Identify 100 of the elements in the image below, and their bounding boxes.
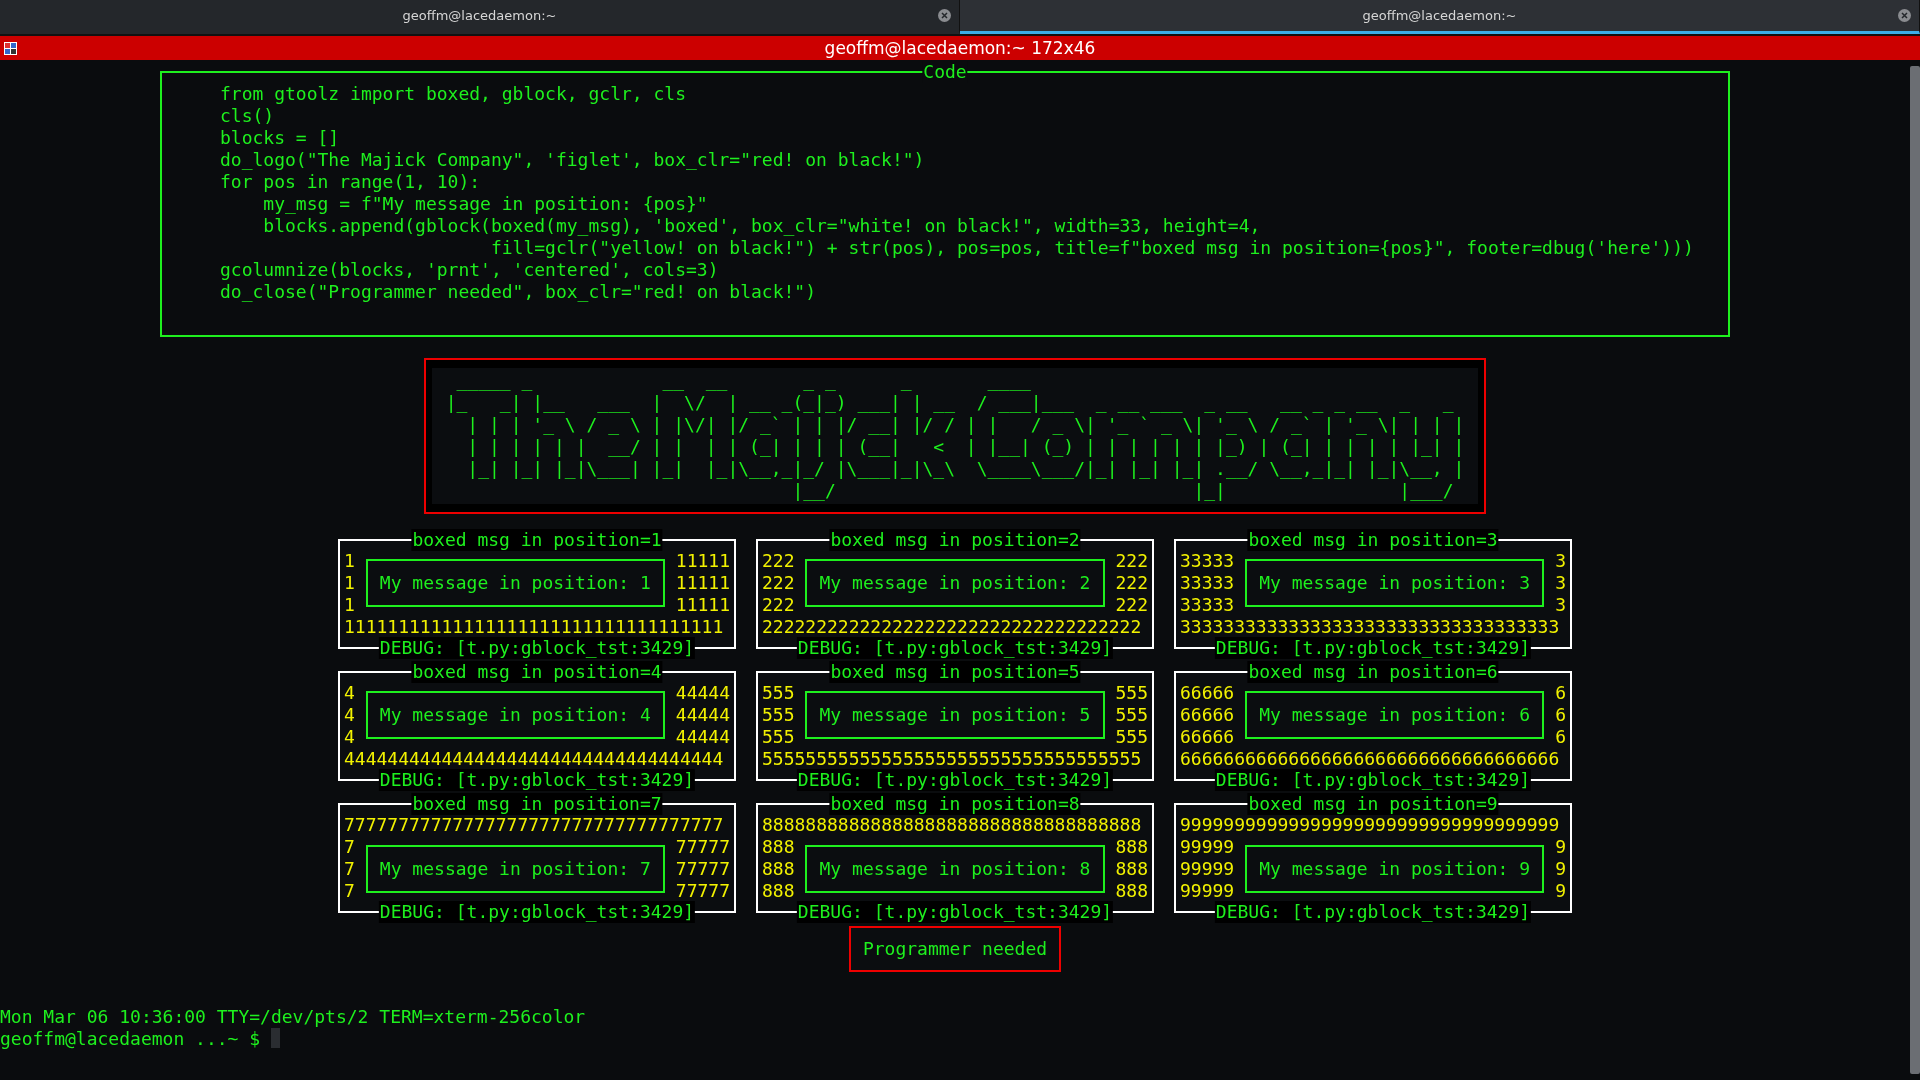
block-title: boxed msg in position=3 — [1247, 529, 1499, 551]
block-title: boxed msg in position=7 — [411, 793, 663, 815]
fill-digits: 77777777777777777777777777777777777 — [344, 814, 725, 836]
block-footer: DEBUG: [t.py:gblock_tst:3429] — [378, 901, 696, 923]
fill-digits: 4 — [344, 682, 355, 704]
fill-digits: 66666 — [1180, 726, 1235, 748]
fill-digits: 7 — [344, 880, 355, 902]
closing-message: Programmer needed — [848, 926, 1062, 972]
fill-digits: 888 — [1115, 858, 1148, 880]
fill-digits: 77777 — [675, 858, 730, 880]
fill-digits: 99999 — [1180, 858, 1235, 880]
close-icon[interactable] — [938, 9, 951, 22]
fill-digits: 44444444444444444444444444444444444 — [344, 748, 725, 770]
close-icon[interactable] — [1898, 9, 1911, 22]
scrollbar[interactable] — [1910, 66, 1920, 1074]
message-box: My message in position: 3 — [1245, 559, 1545, 607]
fill-digits: 888 — [762, 836, 795, 858]
block-footer: DEBUG: [t.py:gblock_tst:3429] — [796, 637, 1114, 659]
fill-digits: 55555555555555555555555555555555555 — [762, 748, 1143, 770]
fill-digits: 11111 — [675, 550, 730, 572]
fill-digits: 1 — [344, 594, 355, 616]
block-title: boxed msg in position=5 — [829, 661, 1081, 683]
fill-digits: 66666 — [1180, 682, 1235, 704]
fill-digits: 99999999999999999999999999999999999 — [1180, 814, 1561, 836]
code-line: my_msg = f"My message in position: {pos}" — [262, 193, 709, 215]
code-line: do_logo("The Majick Company", 'figlet', box_clr="red! on black!") — [220, 149, 926, 171]
fill-digits: 11111 — [675, 594, 730, 616]
message-box: My message in position: 5 — [805, 691, 1105, 739]
code-line: blocks = [] — [220, 127, 341, 149]
fill-digits: 222 — [762, 594, 795, 616]
fill-digits: 555 — [762, 726, 795, 748]
block-footer: DEBUG: [t.py:gblock_tst:3429] — [1214, 769, 1532, 791]
ascii-logo: _____ _ __ __ _ _ _ ____ |_ _| |__ ___ | \/ | __ _(_|_) ___| | __ / ___|___ _ __ ___ _ __ __ _ _ __ _ _ | | | '_ \ / _ \ | |\/| |/ _` | | |/ __| |/ / | | / _ \| '_ ` _ \| '_ \ / _` | '_ \| | | | | | | | | | __/ | | | | (_| | | | (__| < | |__| (_) | | | | | | |_) | (_| | | | | |_| | |_| |_| |_|\___| |_| |_|\__,_|_/ |\___|_|\_\ \____\___/|_| |_| |_| .__/ \__,_|_| |_|\__, | |__/ |_| |___/ — [431, 368, 1479, 504]
code-line: do_close("Programmer needed", box_clr="red! on black!") — [220, 281, 818, 303]
block-footer: DEBUG: [t.py:gblock_tst:3429] — [796, 769, 1114, 791]
fill-digits: 6 — [1555, 726, 1566, 748]
fill-digits: 99999 — [1180, 836, 1235, 858]
app-icon — [4, 41, 17, 55]
fill-digits: 11111111111111111111111111111111111 — [344, 616, 725, 638]
fill-digits: 99999 — [1180, 880, 1235, 902]
fill-digits: 3 — [1555, 572, 1566, 594]
fill-digits: 88888888888888888888888888888888888 — [762, 814, 1143, 836]
message-box: My message in position: 4 — [365, 691, 665, 739]
message-box: My message in position: 7 — [365, 845, 665, 893]
fill-digits: 66666 — [1180, 704, 1235, 726]
message-box: My message in position: 9 — [1245, 845, 1545, 893]
fill-digits: 66666666666666666666666666666666666 — [1180, 748, 1561, 770]
terminal-tab[interactable]: geoffm@lacedaemon:~ — [960, 0, 1920, 34]
fill-digits: 6 — [1555, 682, 1566, 704]
fill-digits: 7 — [344, 858, 355, 880]
cursor-icon — [270, 1028, 280, 1048]
fill-digits: 888 — [762, 880, 795, 902]
code-line: fill=gclr("yellow! on black!") + str(pos), pos=pos, title=f"boxed msg in position={pos}", footer=dbug('here'))) — [489, 237, 1695, 259]
block-title: boxed msg in position=6 — [1247, 661, 1499, 683]
fill-digits: 222 — [1115, 572, 1148, 594]
fill-digits: 888 — [762, 858, 795, 880]
message-box: My message in position: 6 — [1245, 691, 1545, 739]
fill-digits: 222 — [762, 550, 795, 572]
block-footer: DEBUG: [t.py:gblock_tst:3429] — [796, 901, 1114, 923]
fill-digits: 888 — [1115, 880, 1148, 902]
block-footer: DEBUG: [t.py:gblock_tst:3429] — [1214, 901, 1532, 923]
status-line: Mon Mar 06 10:36:00 TTY=/dev/pts/2 TERM=xterm-256color — [0, 1006, 587, 1028]
fill-digits: 33333 — [1180, 550, 1235, 572]
block-footer: DEBUG: [t.py:gblock_tst:3429] — [378, 769, 696, 791]
fill-digits: 44444 — [675, 704, 730, 726]
fill-digits: 33333333333333333333333333333333333 — [1180, 616, 1561, 638]
fill-digits: 44444 — [675, 682, 730, 704]
code-line: gcolumnize(blocks, 'prnt', 'centered', cols=3) — [220, 259, 720, 281]
fill-digits: 1 — [344, 572, 355, 594]
fill-digits: 44444 — [675, 726, 730, 748]
fill-digits: 33333 — [1180, 594, 1235, 616]
fill-digits: 555 — [1115, 726, 1148, 748]
fill-digits: 555 — [1115, 704, 1148, 726]
fill-digits: 555 — [1115, 682, 1148, 704]
message-box: My message in position: 2 — [805, 559, 1105, 607]
code-line: for pos in range(1, 10): — [220, 171, 482, 193]
fill-digits: 555 — [762, 682, 795, 704]
block-title: boxed msg in position=1 — [411, 529, 663, 551]
fill-digits: 555 — [762, 704, 795, 726]
block-title: boxed msg in position=4 — [411, 661, 663, 683]
fill-digits: 1 — [344, 550, 355, 572]
block-title: boxed msg in position=2 — [829, 529, 1081, 551]
fill-digits: 9 — [1555, 836, 1566, 858]
message-box: My message in position: 1 — [365, 559, 665, 607]
fill-digits: 33333 — [1180, 572, 1235, 594]
block-footer: DEBUG: [t.py:gblock_tst:3429] — [378, 637, 696, 659]
fill-digits: 3 — [1555, 550, 1566, 572]
fill-digits: 7 — [344, 836, 355, 858]
fill-digits: 888 — [1115, 836, 1148, 858]
block-title: boxed msg in position=8 — [829, 793, 1081, 815]
fill-digits: 222 — [762, 572, 795, 594]
fill-digits: 22222222222222222222222222222222222 — [762, 616, 1143, 638]
fill-digits: 4 — [344, 704, 355, 726]
message-box: My message in position: 8 — [805, 845, 1105, 893]
window-title: geoffm@lacedaemon:~ 172x46 — [823, 38, 1097, 58]
fill-digits: 222 — [1115, 594, 1148, 616]
fill-digits: 3 — [1555, 594, 1566, 616]
block-footer: DEBUG: [t.py:gblock_tst:3429] — [1214, 637, 1532, 659]
fill-digits: 9 — [1555, 880, 1566, 902]
fill-digits: 77777 — [675, 836, 730, 858]
